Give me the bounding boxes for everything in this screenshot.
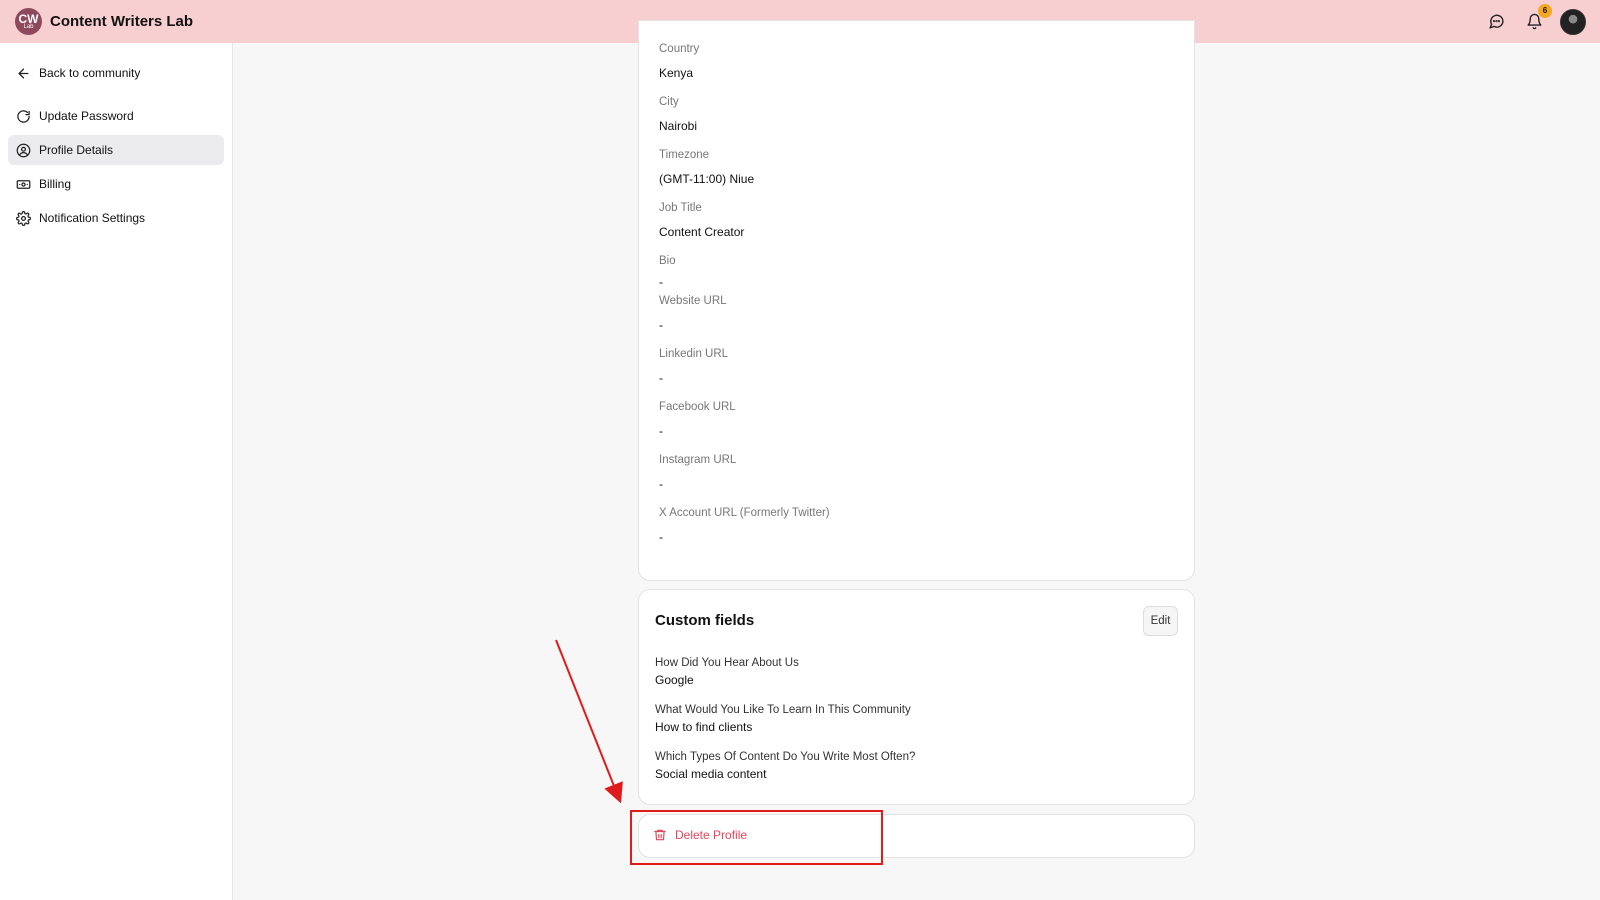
field-value-website-url: - bbox=[659, 318, 663, 332]
annotation-highlight-box bbox=[630, 810, 883, 865]
settings-sidebar: Back to community Update Password Profil… bbox=[0, 43, 233, 900]
bell-icon[interactable]: 6 bbox=[1522, 3, 1552, 34]
sidebar-item-label: Billing bbox=[39, 177, 72, 191]
sidebar-item-label: Profile Details bbox=[39, 143, 114, 157]
custom-field-question: How Did You Hear About Us bbox=[655, 657, 799, 669]
field-label-city: City bbox=[659, 96, 679, 108]
custom-field-answer: Social media content bbox=[655, 767, 767, 781]
header-actions: 6 bbox=[1484, 0, 1586, 43]
sidebar-item-notification-settings[interactable]: Notification Settings bbox=[8, 203, 224, 233]
field-label-x-account-url: X Account URL (Formerly Twitter) bbox=[659, 507, 830, 519]
user-circle-icon bbox=[16, 143, 31, 157]
logo-text: CW bbox=[18, 11, 39, 26]
field-label-job-title: Job Title bbox=[659, 202, 702, 214]
user-avatar[interactable] bbox=[1560, 8, 1586, 35]
field-label-linkedin-url: Linkedin URL bbox=[659, 348, 729, 360]
notification-count-badge: 6 bbox=[1538, 3, 1552, 18]
arrow-left-icon bbox=[18, 68, 29, 78]
field-value-city: Nairobi bbox=[659, 119, 698, 133]
logo-subtext: Lab bbox=[23, 23, 34, 30]
field-value-facebook-url: - bbox=[659, 424, 663, 438]
community-logo[interactable]: CW Lab bbox=[15, 8, 42, 35]
gear-icon bbox=[16, 210, 31, 226]
custom-field-answer: Google bbox=[655, 673, 694, 687]
custom-fields-title: Custom fields bbox=[655, 612, 755, 629]
back-to-community-link[interactable]: Back to community bbox=[8, 58, 224, 88]
edit-custom-fields-button[interactable]: Edit bbox=[1143, 606, 1178, 636]
field-label-country: Country bbox=[659, 43, 700, 55]
profile-details-card: Country Kenya City Nairobi Timezone (GMT… bbox=[638, 20, 1195, 581]
field-value-instagram-url: - bbox=[659, 477, 663, 491]
field-value-x-account-url: - bbox=[659, 530, 663, 544]
sidebar-item-billing[interactable]: Billing bbox=[8, 169, 224, 199]
field-label-facebook-url: Facebook URL bbox=[659, 401, 736, 413]
sidebar-item-label: Notification Settings bbox=[39, 211, 146, 225]
field-value-linkedin-url: - bbox=[659, 371, 663, 385]
sidebar-item-label: Update Password bbox=[39, 109, 134, 123]
refresh-icon bbox=[17, 109, 30, 123]
field-label-instagram-url: Instagram URL bbox=[659, 454, 737, 466]
field-label-timezone: Timezone bbox=[659, 149, 710, 161]
back-link-label: Back to community bbox=[39, 66, 141, 80]
chat-icon[interactable] bbox=[1484, 10, 1508, 34]
custom-field-answer: How to find clients bbox=[655, 720, 753, 734]
custom-field-question: Which Types Of Content Do You Write Most… bbox=[655, 751, 916, 763]
field-value-job-title: Content Creator bbox=[659, 225, 745, 239]
community-title[interactable]: Content Writers Lab bbox=[50, 13, 193, 30]
custom-fields-card: Custom fields Edit How Did You Hear Abou… bbox=[638, 589, 1195, 805]
field-label-website-url: Website URL bbox=[659, 295, 727, 307]
sidebar-item-profile-details[interactable]: Profile Details bbox=[8, 135, 224, 165]
sidebar-item-update-password[interactable]: Update Password bbox=[8, 101, 224, 131]
field-value-timezone: (GMT-11:00) Niue bbox=[659, 172, 755, 186]
custom-field-question: What Would You Like To Learn In This Com… bbox=[655, 704, 911, 716]
field-label-bio: Bio bbox=[659, 255, 676, 267]
billing-icon bbox=[16, 179, 31, 189]
field-value-country: Kenya bbox=[659, 66, 694, 80]
field-value-bio: - bbox=[659, 275, 663, 289]
